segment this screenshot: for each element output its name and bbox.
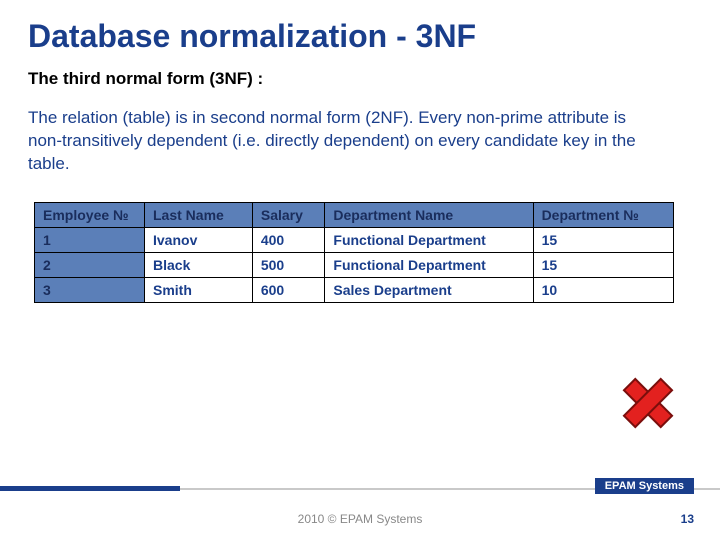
body-paragraph: The relation (table) is in second normal… (28, 107, 648, 176)
employee-table: Employee № Last Name Salary Department N… (34, 202, 674, 303)
cell-last-name: Black (145, 252, 253, 277)
col-header: Department № (533, 202, 673, 227)
cell-employee-no: 3 (35, 277, 145, 302)
col-header: Salary (252, 202, 325, 227)
section-subtitle: The third normal form (3NF) : (28, 69, 692, 89)
col-header: Department Name (325, 202, 533, 227)
slide-footer: EPAM Systems 2010 © EPAM Systems 13 (0, 482, 720, 540)
divider-blue-accent (0, 486, 180, 491)
cell-salary: 600 (252, 277, 325, 302)
cell-dept-no: 10 (533, 277, 673, 302)
cell-last-name: Ivanov (145, 227, 253, 252)
table-row: 3 Smith 600 Sales Department 10 (35, 277, 674, 302)
cell-dept-no: 15 (533, 252, 673, 277)
copyright-text: 2010 © EPAM Systems (0, 512, 720, 526)
cell-employee-no: 2 (35, 252, 145, 277)
cell-salary: 500 (252, 252, 325, 277)
company-badge: EPAM Systems (595, 478, 694, 494)
table-row: 2 Black 500 Functional Department 15 (35, 252, 674, 277)
page-number: 13 (681, 512, 694, 526)
col-header: Employee № (35, 202, 145, 227)
table-row: 1 Ivanov 400 Functional Department 15 (35, 227, 674, 252)
page-title: Database normalization - 3NF (28, 18, 692, 55)
cell-salary: 400 (252, 227, 325, 252)
slide: Database normalization - 3NF The third n… (0, 0, 720, 540)
cross-icon (616, 371, 680, 435)
cell-dept-name: Functional Department (325, 227, 533, 252)
col-header: Last Name (145, 202, 253, 227)
cell-dept-no: 15 (533, 227, 673, 252)
cell-dept-name: Sales Department (325, 277, 533, 302)
cell-dept-name: Functional Department (325, 252, 533, 277)
cell-last-name: Smith (145, 277, 253, 302)
footer-divider: EPAM Systems (0, 482, 720, 494)
table-header-row: Employee № Last Name Salary Department N… (35, 202, 674, 227)
cell-employee-no: 1 (35, 227, 145, 252)
